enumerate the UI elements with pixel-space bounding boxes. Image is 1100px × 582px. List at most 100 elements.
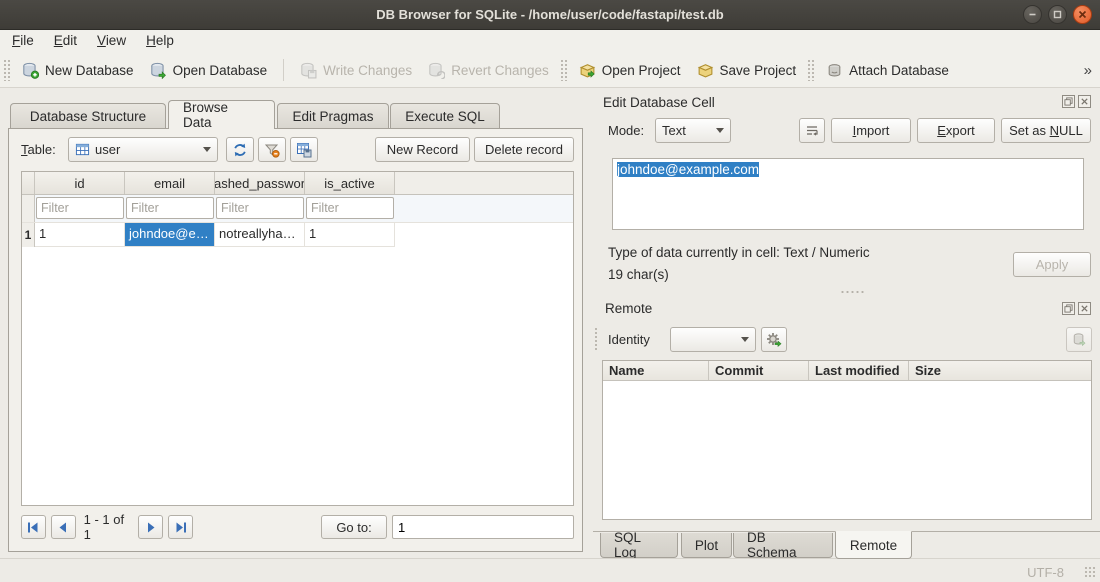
menu-file[interactable]: File xyxy=(2,30,44,53)
first-page-button[interactable] xyxy=(21,515,46,539)
gear-icon xyxy=(766,332,782,348)
delete-record-button[interactable]: Delete record xyxy=(474,137,574,162)
resize-grip[interactable] xyxy=(1084,566,1096,578)
close-panel-icon xyxy=(1080,304,1089,313)
panel-splitter-handle[interactable] xyxy=(840,290,866,294)
remote-float-button[interactable] xyxy=(1062,302,1075,315)
new-database-button[interactable]: New Database xyxy=(14,57,142,84)
remote-toolbar-handle[interactable] xyxy=(594,327,599,352)
tab-database-structure[interactable]: Database Structure xyxy=(10,103,166,128)
export-button[interactable]: Export xyxy=(917,118,995,143)
browse-data-panel: Table: user N xyxy=(8,128,583,552)
menubar: File Edit View Help xyxy=(0,30,1100,53)
float-icon xyxy=(1064,97,1073,106)
close-icon xyxy=(1078,10,1087,19)
remote-column-size[interactable]: Size xyxy=(909,361,1091,380)
refresh-icon xyxy=(232,142,248,158)
corner-header-cell[interactable] xyxy=(22,172,35,194)
toolbar-drag-handle-2[interactable] xyxy=(560,59,567,81)
filter-cell-is-active xyxy=(305,195,395,222)
save-project-icon xyxy=(697,62,714,79)
titlebar[interactable]: DB Browser for SQLite - /home/user/code/… xyxy=(0,0,1100,30)
float-panel-button[interactable] xyxy=(1062,95,1075,108)
set-as-null-label: Set as NULL xyxy=(1009,123,1083,138)
close-panel-button[interactable] xyxy=(1078,95,1091,108)
refresh-button[interactable] xyxy=(226,137,254,162)
column-header-email[interactable]: email xyxy=(125,172,215,194)
save-table-button[interactable] xyxy=(290,137,318,162)
cell-is-active[interactable]: 1 xyxy=(305,223,395,247)
clear-filter-icon xyxy=(264,142,280,158)
attach-database-button[interactable]: Attach Database xyxy=(818,57,957,84)
last-page-button[interactable] xyxy=(168,515,193,539)
open-project-icon xyxy=(579,62,596,79)
set-as-null-button[interactable]: Set as NULL xyxy=(1001,118,1091,143)
menu-help[interactable]: Help xyxy=(136,30,184,53)
identity-settings-button[interactable] xyxy=(761,327,787,352)
column-header-id[interactable]: id xyxy=(35,172,125,194)
filter-cell-hashed-password xyxy=(215,195,305,222)
minimize-icon xyxy=(1028,10,1037,19)
chevron-down-icon xyxy=(203,147,211,152)
mode-select[interactable]: Text xyxy=(655,118,731,143)
remote-column-last-modified[interactable]: Last modified xyxy=(809,361,909,380)
filter-input-id[interactable] xyxy=(36,197,124,219)
tab-remote[interactable]: Remote xyxy=(835,531,912,559)
filter-row-corner xyxy=(22,195,35,222)
menu-edit[interactable]: Edit xyxy=(44,30,87,53)
cell-id[interactable]: 1 xyxy=(35,223,125,247)
filter-input-hashed-password[interactable] xyxy=(216,197,304,219)
filter-input-is-active[interactable] xyxy=(306,197,394,219)
tab-execute-sql[interactable]: Execute SQL xyxy=(390,103,500,128)
open-project-button[interactable]: Open Project xyxy=(571,57,689,84)
remote-column-commit[interactable]: Commit xyxy=(709,361,809,380)
identity-select[interactable] xyxy=(670,327,756,352)
cell-email-selected[interactable]: johndoe@e… xyxy=(125,223,215,247)
tab-browse-data[interactable]: Browse Data xyxy=(168,100,275,129)
next-page-button[interactable] xyxy=(138,515,163,539)
save-project-button[interactable]: Save Project xyxy=(689,57,805,84)
minimize-button[interactable] xyxy=(1023,5,1042,24)
edit-cell-title: Edit Database Cell xyxy=(603,95,715,110)
filter-input-email[interactable] xyxy=(126,197,214,219)
toolbar-drag-handle[interactable] xyxy=(3,59,10,81)
import-button[interactable]: Import xyxy=(831,118,911,143)
close-button[interactable] xyxy=(1073,5,1092,24)
goto-input[interactable] xyxy=(392,515,574,539)
menu-view[interactable]: View xyxy=(87,30,136,53)
remote-close-button[interactable] xyxy=(1078,302,1091,315)
open-database-button[interactable]: Open Database xyxy=(142,57,276,84)
cell-editor-textarea[interactable]: johndoe@example.com xyxy=(612,158,1084,230)
goto-button[interactable]: Go to: xyxy=(321,515,387,539)
toolbar-drag-handle-3[interactable] xyxy=(807,59,814,81)
tab-edit-pragmas[interactable]: Edit Pragmas xyxy=(277,103,389,128)
column-header-hashed-password[interactable]: ashed_passwor xyxy=(215,172,305,194)
encoding-indicator[interactable]: UTF-8 xyxy=(1027,565,1064,580)
word-wrap-button[interactable] xyxy=(799,118,825,143)
last-page-icon xyxy=(174,521,188,534)
row-number[interactable]: 1 xyxy=(22,223,35,247)
table-select[interactable]: user xyxy=(68,137,218,162)
tab-sql-log[interactable]: SQL Log xyxy=(600,533,678,558)
clone-database-icon xyxy=(1072,332,1087,347)
column-header-is-active[interactable]: is_active xyxy=(305,172,395,194)
pagination-bar: 1 - 1 of 1 Go to: xyxy=(21,514,574,540)
tab-plot[interactable]: Plot xyxy=(681,533,732,558)
cell-editor-selected-text: johndoe@example.com xyxy=(617,162,759,177)
clear-filters-button[interactable] xyxy=(258,137,286,162)
open-database-icon xyxy=(150,62,167,79)
table-label: Table: xyxy=(21,142,56,157)
cell-hashed-password[interactable]: notreallyha… xyxy=(215,223,305,247)
previous-page-icon xyxy=(56,521,70,534)
apply-label: Apply xyxy=(1036,257,1069,272)
table-row: 1 1 johndoe@e… notreallyha… 1 xyxy=(22,223,573,247)
edit-cell-dock-controls xyxy=(1062,95,1091,108)
open-project-label: Open Project xyxy=(602,63,681,78)
new-record-button[interactable]: New Record xyxy=(375,137,470,162)
remote-column-name[interactable]: Name xyxy=(603,361,709,380)
previous-page-button[interactable] xyxy=(51,515,76,539)
tab-db-schema[interactable]: DB Schema xyxy=(733,533,833,558)
toolbar-overflow-button[interactable]: » xyxy=(1084,62,1092,79)
record-range-label: 1 - 1 of 1 xyxy=(84,512,131,542)
maximize-button[interactable] xyxy=(1048,5,1067,24)
